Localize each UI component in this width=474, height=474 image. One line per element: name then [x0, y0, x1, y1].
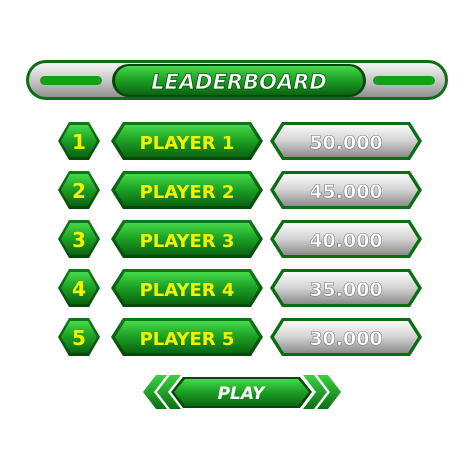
player-name-plate: PLAYER 5	[111, 318, 263, 356]
player-score: 50.000	[309, 132, 382, 154]
play-button[interactable]: PLAY	[171, 377, 312, 408]
leaderboard-row: 2 PLAYER 2 45.000	[58, 171, 422, 209]
player-name-plate: PLAYER 1	[111, 122, 263, 160]
leaderboard-rows: 1 PLAYER 1 50.000 2 PLAYER 2 45.000 3 PLAYER 3 4…	[58, 122, 422, 356]
rank-badge: 1	[58, 122, 100, 160]
rank-number: 1	[72, 130, 86, 154]
player-score: 30.000	[309, 328, 382, 350]
score-plate: 35.000	[270, 269, 422, 307]
player-score: 35.000	[309, 279, 382, 301]
leaderboard-row: 1 PLAYER 1 50.000	[58, 122, 422, 160]
footer: PLAY	[143, 375, 341, 409]
rank-badge: 5	[58, 318, 100, 356]
rank-number: 5	[72, 326, 86, 350]
score-plate: 50.000	[270, 122, 422, 160]
rank-badge: 2	[58, 171, 100, 209]
player-name-plate: PLAYER 2	[111, 171, 263, 209]
rank-badge: 3	[58, 220, 100, 258]
player-name: PLAYER 5	[140, 329, 235, 350]
leaderboard-scene: LEADERBOARD 1 PLAYER 1 50.000 2 PLAYER 2 45.0…	[26, 60, 448, 409]
score-plate: 30.000	[270, 318, 422, 356]
player-score: 40.000	[309, 230, 382, 252]
score-plate: 40.000	[270, 220, 422, 258]
rank-number: 3	[72, 228, 86, 252]
rank-number: 2	[72, 179, 86, 203]
player-name: PLAYER 3	[140, 231, 235, 252]
rank-badge: 4	[58, 269, 100, 307]
player-name-plate: PLAYER 3	[111, 220, 263, 258]
header-bar: LEADERBOARD	[26, 60, 448, 100]
player-name: PLAYER 1	[140, 133, 235, 154]
play-button-label: PLAY	[218, 384, 266, 404]
leaderboard-row: 4 PLAYER 4 35.000	[58, 269, 422, 307]
score-plate: 45.000	[270, 171, 422, 209]
page-title: LEADERBOARD	[151, 70, 327, 94]
player-name: PLAYER 4	[140, 280, 235, 301]
leaderboard-row: 5 PLAYER 5 30.000	[58, 318, 422, 356]
player-name: PLAYER 2	[140, 182, 235, 203]
player-name-plate: PLAYER 4	[111, 269, 263, 307]
rank-number: 4	[72, 277, 86, 301]
leaderboard-row: 3 PLAYER 3 40.000	[58, 220, 422, 258]
header-left-accent	[40, 76, 102, 85]
header-right-accent	[373, 76, 435, 85]
player-score: 45.000	[309, 181, 382, 203]
